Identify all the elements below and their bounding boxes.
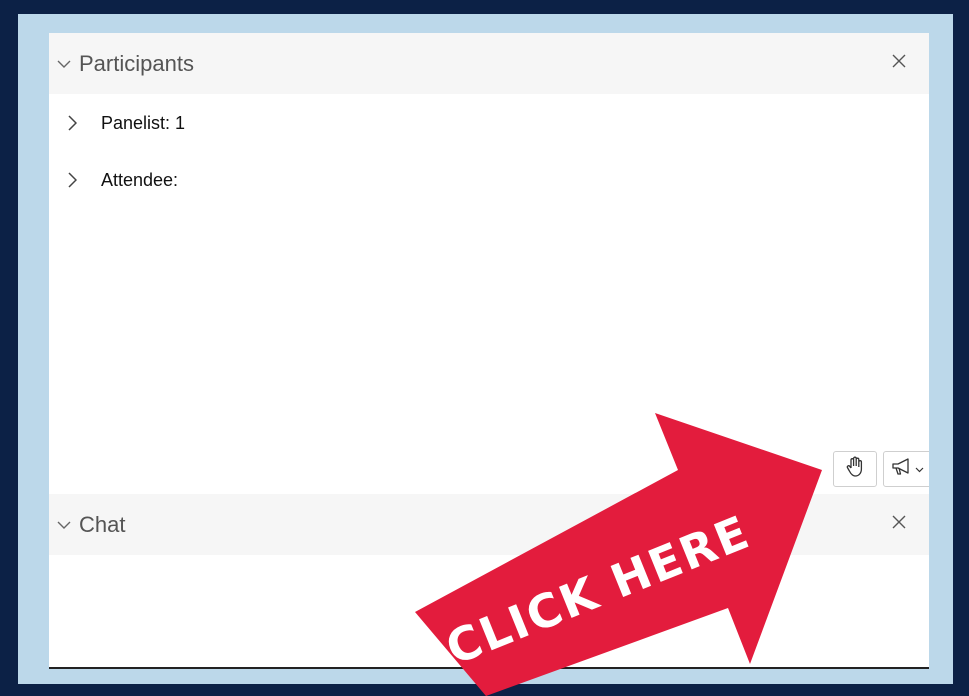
participants-title: Participants [79,51,194,76]
chevron-down-icon [915,460,924,478]
chevron-right-icon[interactable] [51,160,93,200]
attendee-label: Attendee: [101,169,179,190]
close-icon [892,54,906,73]
hand-icon [846,456,864,483]
panelist-group[interactable]: Panelist: 1 [49,103,649,143]
chevron-down-icon[interactable] [49,494,79,555]
participants-header[interactable]: Participants [49,33,929,94]
chat-title: Chat [79,512,126,537]
panelist-label: Panelist: 1 [101,112,186,133]
close-icon [892,515,906,534]
divider [49,667,929,669]
megaphone-icon [891,457,913,481]
meeting-side-panel: Participants Panelist: 1 Attendee: Chat [49,33,929,669]
close-participants-button[interactable] [879,33,919,94]
chevron-down-icon[interactable] [49,33,79,94]
reactions-button[interactable] [883,451,929,487]
raise-hand-button[interactable] [833,451,877,487]
attendee-group[interactable]: Attendee: [49,160,649,200]
chevron-right-icon[interactable] [51,103,93,143]
close-chat-button[interactable] [879,494,919,555]
chat-header[interactable]: Chat [49,494,929,555]
